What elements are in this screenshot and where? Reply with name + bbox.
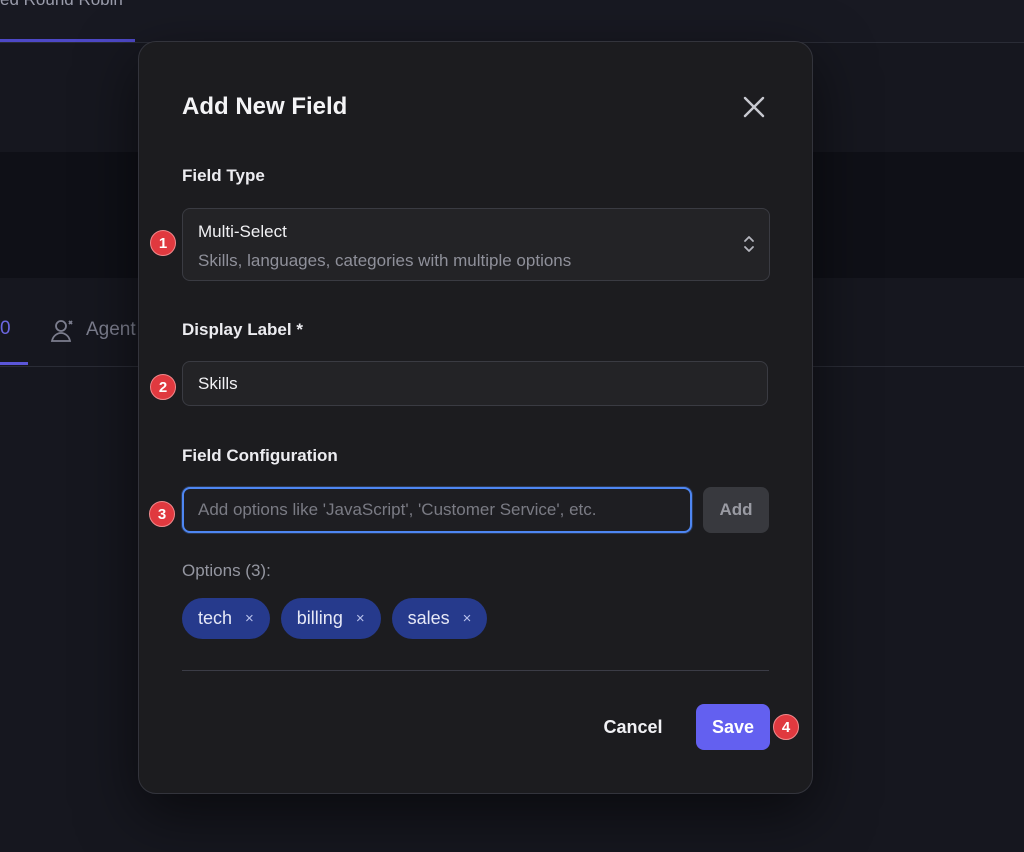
step-marker-3: 3 bbox=[149, 501, 175, 527]
remove-option-icon[interactable]: × bbox=[356, 610, 365, 627]
tab-agents[interactable]: Agent bbox=[86, 319, 136, 341]
add-option-button[interactable]: Add bbox=[703, 487, 769, 533]
active-tab-underline bbox=[0, 39, 135, 42]
option-chip-label: tech bbox=[198, 608, 233, 628]
save-button[interactable]: Save bbox=[696, 704, 770, 750]
field-type-value: Multi-Select bbox=[198, 222, 287, 241]
field-type-description: Skills, languages, categories with multi… bbox=[198, 251, 572, 270]
display-label-input[interactable] bbox=[182, 361, 768, 406]
options-count: Options (3): bbox=[182, 561, 271, 580]
option-chip: sales × bbox=[391, 598, 488, 639]
remove-option-icon[interactable]: × bbox=[463, 610, 472, 627]
options-chip-list: tech × billing × sales × bbox=[182, 598, 488, 639]
step-marker-4: 4 bbox=[773, 714, 799, 740]
footer-divider bbox=[182, 670, 769, 671]
option-input[interactable] bbox=[182, 487, 692, 533]
option-chip-label: billing bbox=[296, 608, 343, 628]
option-chip-label: sales bbox=[407, 608, 450, 628]
add-field-dialog: Add New Field Field Type Multi-Select Sk… bbox=[138, 41, 813, 794]
field-configuration-label: Field Configuration bbox=[182, 446, 338, 465]
dialog-title: Add New Field bbox=[182, 93, 348, 120]
agent-icon bbox=[50, 320, 73, 342]
option-chip: billing × bbox=[280, 598, 381, 639]
app-top-bar: ed Round Robin bbox=[0, 0, 1024, 43]
field-type-select[interactable]: Multi-Select Skills, languages, categori… bbox=[182, 208, 770, 281]
close-icon[interactable] bbox=[739, 92, 769, 122]
tab-active-underline bbox=[0, 362, 28, 365]
step-marker-1: 1 bbox=[150, 230, 176, 256]
tab-partial[interactable]: 0 bbox=[0, 318, 11, 340]
cancel-button[interactable]: Cancel bbox=[589, 704, 677, 750]
top-tab-label[interactable]: ed Round Robin bbox=[0, 0, 123, 10]
option-chip: tech × bbox=[182, 598, 270, 639]
remove-option-icon[interactable]: × bbox=[245, 610, 254, 627]
step-marker-2: 2 bbox=[150, 374, 176, 400]
chevron-up-down-icon bbox=[744, 236, 754, 252]
field-type-label: Field Type bbox=[182, 166, 265, 185]
display-label-label: Display Label * bbox=[182, 320, 303, 339]
